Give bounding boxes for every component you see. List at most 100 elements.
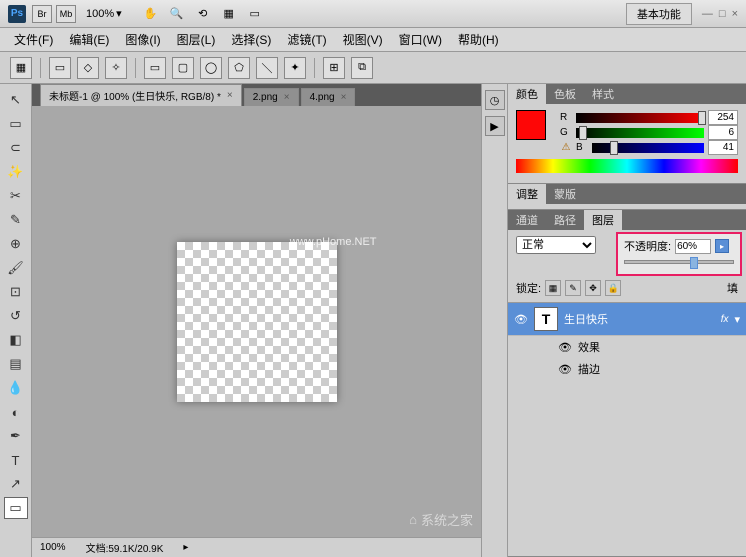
- r-slider[interactable]: [576, 113, 704, 123]
- lock-transparent-icon[interactable]: ▦: [545, 280, 561, 296]
- lock-position-icon[interactable]: ✥: [585, 280, 601, 296]
- visibility-icon[interactable]: 👁: [514, 312, 528, 326]
- gradient-tool-icon[interactable]: ▤: [4, 353, 28, 375]
- b-slider[interactable]: [592, 143, 704, 153]
- close-icon[interactable]: ×: [284, 92, 290, 103]
- shape-roundrect-icon[interactable]: ▢: [172, 57, 194, 79]
- doc-tab-3[interactable]: 4.png ×: [301, 88, 356, 106]
- stamp-tool-icon[interactable]: ⊡: [4, 281, 28, 303]
- opacity-flyout-icon[interactable]: ▸: [715, 239, 729, 253]
- status-zoom[interactable]: 100%: [40, 542, 66, 553]
- move-tool-icon[interactable]: ↖: [4, 89, 28, 111]
- menu-help[interactable]: 帮助(H): [450, 28, 507, 51]
- anchor-icon[interactable]: ✧: [105, 57, 127, 79]
- g-slider[interactable]: [576, 128, 704, 138]
- actions-panel-icon[interactable]: ▶: [485, 116, 505, 136]
- align-icon[interactable]: ⊞: [323, 57, 345, 79]
- b-value[interactable]: 41: [708, 140, 738, 155]
- zoom-select[interactable]: 100%: [86, 8, 114, 20]
- g-value[interactable]: 6: [708, 125, 738, 140]
- canvas-wrap[interactable]: www.pHome.NET ⌂ 系统之家: [32, 106, 481, 537]
- stroke-row[interactable]: 👁 描边: [508, 358, 746, 380]
- tab-paths[interactable]: 路径: [546, 210, 584, 230]
- canvas[interactable]: www.pHome.NET: [177, 242, 337, 402]
- menu-file[interactable]: 文件(F): [6, 28, 61, 51]
- close-icon[interactable]: ×: [341, 92, 347, 103]
- menu-image[interactable]: 图像(I): [117, 28, 168, 51]
- eyedropper-tool-icon[interactable]: ✎: [4, 209, 28, 231]
- close-icon[interactable]: ×: [227, 90, 233, 101]
- type-tool-icon[interactable]: T: [4, 449, 28, 471]
- minimize-icon[interactable]: —: [702, 8, 713, 20]
- workspace-button[interactable]: 基本功能: [626, 3, 692, 25]
- pen-tool-icon[interactable]: ✒: [4, 425, 28, 447]
- opacity-slider[interactable]: [624, 260, 734, 264]
- rotate-icon[interactable]: ⟲: [194, 5, 212, 23]
- chevron-down-icon[interactable]: ▾: [734, 313, 740, 326]
- menu-window[interactable]: 窗口(W): [391, 28, 450, 51]
- tool-preset-icon[interactable]: ▦: [10, 57, 32, 79]
- status-arrow-icon[interactable]: ▸: [183, 542, 188, 553]
- eye-icon[interactable]: 👁: [558, 363, 572, 376]
- layer-row[interactable]: 👁 T 生日快乐 fx ▾: [508, 303, 746, 336]
- gamut-warning-icon[interactable]: ⚠: [560, 142, 572, 154]
- crop-tool-icon[interactable]: ✂: [4, 185, 28, 207]
- marquee-tool-icon[interactable]: ▭: [4, 113, 28, 135]
- lasso-tool-icon[interactable]: ⊂: [4, 137, 28, 159]
- screen-mode-icon[interactable]: ▭: [246, 5, 264, 23]
- tab-color[interactable]: 颜色: [508, 84, 546, 104]
- blur-tool-icon[interactable]: 💧: [4, 377, 28, 399]
- dodge-tool-icon[interactable]: ◐: [4, 401, 28, 423]
- history-brush-icon[interactable]: ↺: [4, 305, 28, 327]
- effects-row[interactable]: 👁 效果: [508, 336, 746, 358]
- zoom-icon[interactable]: 🔍: [168, 5, 186, 23]
- shape-custom-icon[interactable]: ✦: [284, 57, 306, 79]
- minibridge-icon[interactable]: Mb: [56, 5, 76, 23]
- shape-tool-icon[interactable]: ▭: [4, 497, 28, 519]
- opacity-input[interactable]: [675, 239, 711, 254]
- opacity-slider-thumb[interactable]: [690, 257, 698, 269]
- menu-select[interactable]: 选择(S): [223, 28, 279, 51]
- arrange-icon[interactable]: ▦: [220, 5, 238, 23]
- layer-name[interactable]: 生日快乐: [564, 311, 715, 327]
- transform-rect-icon[interactable]: ▭: [49, 57, 71, 79]
- lock-all-icon[interactable]: 🔒: [605, 280, 621, 296]
- eraser-tool-icon[interactable]: ◧: [4, 329, 28, 351]
- blend-mode-select[interactable]: 正常: [516, 236, 596, 254]
- menu-view[interactable]: 视图(V): [335, 28, 391, 51]
- hand-icon[interactable]: ✋: [142, 5, 160, 23]
- menu-filter[interactable]: 滤镜(T): [279, 28, 334, 51]
- shape-ellipse-icon[interactable]: ◯: [200, 57, 222, 79]
- tab-channels[interactable]: 通道: [508, 210, 546, 230]
- path-tool-icon[interactable]: ↗: [4, 473, 28, 495]
- fx-badge[interactable]: fx: [721, 314, 729, 325]
- text-layer-thumb[interactable]: T: [534, 307, 558, 331]
- tab-layers[interactable]: 图层: [584, 210, 622, 230]
- lock-pixels-icon[interactable]: ✎: [565, 280, 581, 296]
- color-ramp[interactable]: [516, 159, 738, 173]
- heal-tool-icon[interactable]: ⊕: [4, 233, 28, 255]
- wand-tool-icon[interactable]: ✨: [4, 161, 28, 183]
- maximize-icon[interactable]: □: [719, 8, 726, 20]
- menu-layer[interactable]: 图层(L): [169, 28, 224, 51]
- bridge-icon[interactable]: Br: [32, 5, 52, 23]
- doc-tab-active[interactable]: 未标题-1 @ 100% (生日快乐, RGB/8) * ×: [40, 84, 242, 106]
- doc-tab-2[interactable]: 2.png ×: [244, 88, 299, 106]
- dropdown-icon[interactable]: ▾: [116, 7, 122, 20]
- shape-rect-icon[interactable]: ▭: [144, 57, 166, 79]
- tab-adjustments[interactable]: 调整: [508, 184, 546, 204]
- shape-polygon-icon[interactable]: ⬠: [228, 57, 250, 79]
- menu-edit[interactable]: 编辑(E): [61, 28, 117, 51]
- r-value[interactable]: 254: [708, 110, 738, 125]
- tab-mask[interactable]: 蒙版: [546, 184, 584, 204]
- tab-styles[interactable]: 样式: [584, 84, 622, 104]
- combine-icon[interactable]: ⧉: [351, 57, 373, 79]
- brush-tool-icon[interactable]: 🖌: [4, 257, 28, 279]
- transform-modes-icon[interactable]: ◇: [77, 57, 99, 79]
- history-panel-icon[interactable]: ◷: [485, 90, 505, 110]
- eye-icon[interactable]: 👁: [558, 341, 572, 354]
- shape-line-icon[interactable]: ＼: [256, 57, 278, 79]
- foreground-swatch[interactable]: [516, 110, 546, 140]
- tab-swatches[interactable]: 色板: [546, 84, 584, 104]
- close-icon[interactable]: ×: [732, 8, 738, 20]
